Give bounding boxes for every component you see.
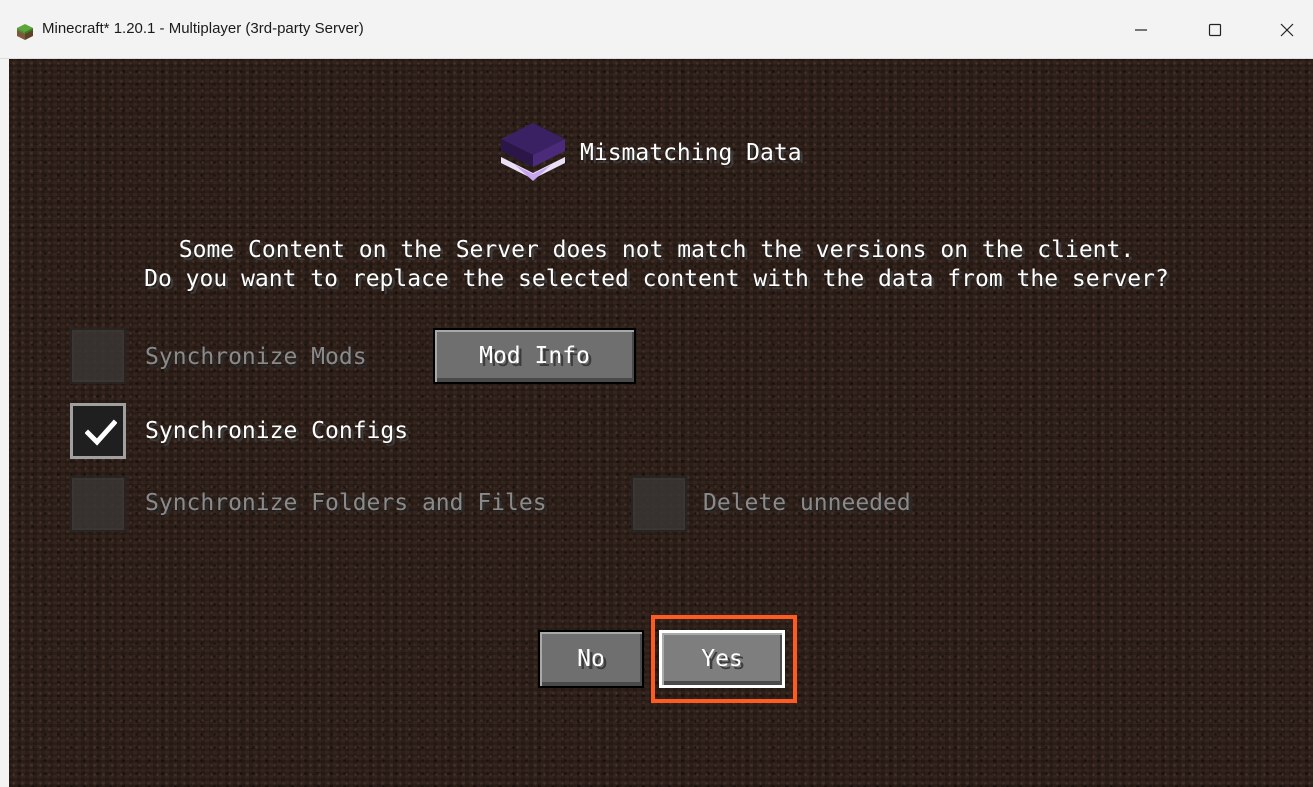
sync-folders-label: Synchronize Folders and Files [145,490,547,516]
app-window: Minecraft* 1.20.1 - Multiplayer (3rd-par… [0,0,1313,787]
message-line-1: Some Content on the Server does not matc… [178,237,1135,263]
sync-mods-label: Synchronize Mods [145,344,367,370]
sync-configs-checkbox[interactable] [70,403,126,459]
title-bar[interactable]: Minecraft* 1.20.1 - Multiplayer (3rd-par… [0,0,1313,59]
minimize-button[interactable] [1119,10,1163,50]
minecraft-grass-block-icon [17,24,33,40]
purple-layers-icon [501,123,565,181]
dialog-title: Mismatching Data [580,140,802,166]
checkmark-icon [85,419,117,446]
sync-configs-label: Synchronize Configs [145,418,409,444]
maximize-icon [1208,23,1222,37]
sync-folders-checkbox[interactable] [70,476,126,532]
close-icon [1280,23,1294,37]
maximize-button[interactable] [1193,10,1237,50]
close-button[interactable] [1265,10,1309,50]
yes-button[interactable]: Yes [659,630,785,688]
delete-unneeded-label: Delete unneeded [703,490,911,516]
sync-mods-checkbox[interactable] [70,328,126,384]
window-title: Minecraft* 1.20.1 - Multiplayer (3rd-par… [42,20,364,37]
minimize-icon [1135,29,1147,31]
delete-unneeded-checkbox[interactable] [631,476,687,532]
message-line-2: Do you want to replace the selected cont… [144,266,1169,292]
no-button[interactable]: No [538,630,644,688]
mod-info-button[interactable]: Mod Info [433,328,636,384]
